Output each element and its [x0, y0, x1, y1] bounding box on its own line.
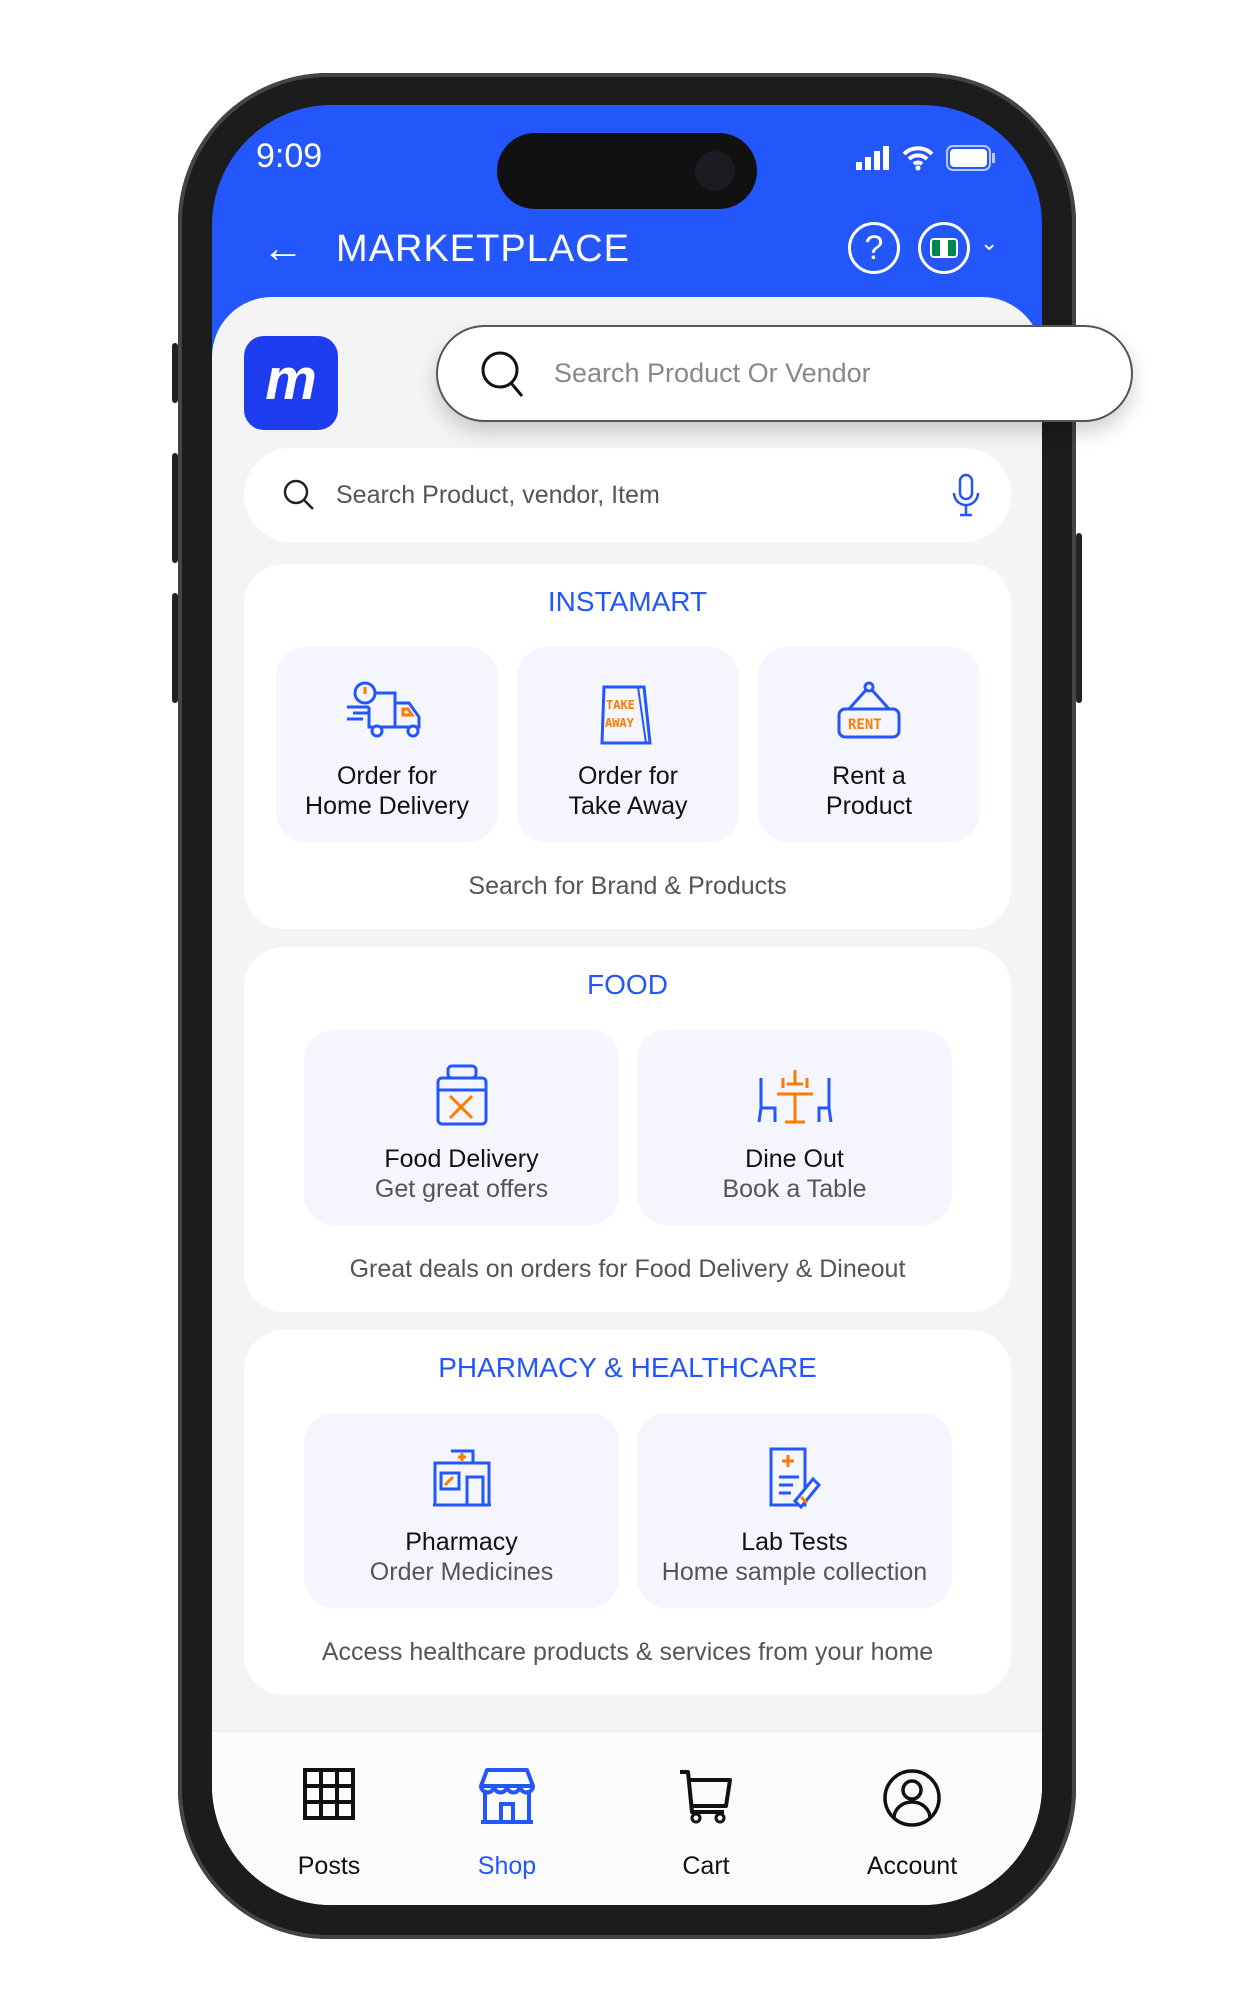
nav-label: Cart [682, 1852, 730, 1880]
pharmacy-store-icon [432, 1449, 491, 1507]
away-text: AWAY [605, 716, 635, 730]
nav-shop[interactable]: Shop [427, 1768, 587, 1881]
home-delivery-tile[interactable]: Order for Home Delivery [276, 647, 498, 842]
page-title: MARKETPLACE [336, 228, 630, 270]
tile-title: Rent a [832, 762, 906, 790]
signal-icon [856, 146, 889, 170]
tile-title: Pharmacy [405, 1528, 518, 1556]
microphone-icon[interactable] [951, 473, 981, 517]
food-delivery-tile[interactable]: Food Delivery Get great offers [304, 1030, 619, 1225]
wifi-icon [902, 146, 934, 171]
nav-account[interactable]: Account [832, 1768, 992, 1881]
shop-icon [479, 1768, 535, 1824]
tile-subtitle: Book a Table [722, 1175, 867, 1203]
tile-subtitle: Get great offers [374, 1175, 549, 1203]
content-panel: m Search Product, vendor, Item INSTAMART… [212, 297, 1042, 1905]
take-away-tile[interactable]: TAKE AWAY Order for Take Away [517, 647, 739, 842]
chevron-down-icon[interactable]: ⌄ [980, 230, 998, 256]
battery-icon [946, 145, 995, 171]
search-icon [481, 351, 524, 397]
lab-test-icon [769, 1447, 821, 1510]
bottom-nav: Posts Shop Cart Account [212, 1730, 1042, 1905]
status-icons [856, 145, 996, 171]
back-arrow-icon[interactable]: ← [262, 227, 304, 269]
tile-title: Order for [577, 762, 679, 790]
nav-cart[interactable]: Cart [626, 1768, 786, 1881]
rent-text: RENT [848, 717, 882, 733]
account-icon [883, 1769, 941, 1827]
delivery-truck-icon [347, 681, 421, 738]
tile-title: Dine Out [745, 1145, 844, 1173]
lab-tests-tile[interactable]: Lab Tests Home sample collection [637, 1413, 952, 1608]
grid-icon [303, 1768, 355, 1820]
country-selector[interactable] [918, 222, 970, 274]
instamart-card: INSTAMART Order for Home Delivery TAKE AW… [244, 564, 1011, 929]
dynamic-island [497, 133, 757, 209]
cart-icon [680, 1770, 732, 1824]
tile-subtitle: Home sample collection [661, 1558, 928, 1586]
food-card: FOOD Food Delivery Get great offers Dine… [244, 947, 1011, 1312]
pharmacy-tile[interactable]: Pharmacy Order Medicines [304, 1413, 619, 1608]
rent-product-tile[interactable]: RENT Rent a Product [758, 647, 980, 842]
tile-title: Food Delivery [384, 1145, 539, 1173]
tile-title: Product [825, 792, 913, 820]
nav-label: Account [866, 1852, 958, 1880]
tile-title: Take Away [568, 792, 688, 820]
tile-subtitle: Order Medicines [369, 1558, 554, 1586]
nav-posts[interactable]: Posts [249, 1768, 409, 1881]
tile-title: Home Delivery [305, 792, 469, 820]
nigeria-flag-icon [930, 238, 958, 258]
app-logo: m [244, 336, 338, 430]
section-title: FOOD [587, 969, 668, 1000]
nav-label: Shop [477, 1852, 537, 1880]
tile-title: Order for [336, 762, 438, 790]
take-away-bag-icon: TAKE AWAY [600, 685, 652, 745]
section-title: PHARMACY & HEALTHCARE [438, 1352, 817, 1383]
floating-search-input[interactable]: Search Product Or Vendor [436, 325, 1133, 422]
floating-search-placeholder: Search Product Or Vendor [554, 358, 871, 388]
rent-sign-icon: RENT [837, 681, 901, 739]
search-icon [283, 479, 314, 510]
section-footer: Access healthcare products & services fr… [321, 1638, 934, 1666]
tile-title: Lab Tests [741, 1528, 848, 1556]
take-text: TAKE [606, 698, 635, 712]
pharmacy-card: PHARMACY & HEALTHCARE Pharmacy Order Med… [244, 1330, 1011, 1695]
section-footer: Great deals on orders for Food Delivery … [349, 1255, 906, 1283]
dine-out-tile[interactable]: Dine Out Book a Table [637, 1030, 952, 1225]
search-placeholder: Search Product, vendor, Item [336, 480, 660, 509]
header: ← MARKETPLACE ? ⌄ [212, 220, 1042, 280]
help-button[interactable]: ? [848, 222, 900, 274]
section-title: INSTAMART [547, 586, 708, 617]
food-delivery-icon [436, 1064, 487, 1126]
status-time: 9:09 [256, 137, 323, 175]
search-input[interactable]: Search Product, vendor, Item [244, 448, 1011, 542]
section-footer: Search for Brand & Products [468, 872, 787, 900]
nav-label: Posts [297, 1852, 361, 1880]
dine-table-icon [757, 1070, 832, 1124]
